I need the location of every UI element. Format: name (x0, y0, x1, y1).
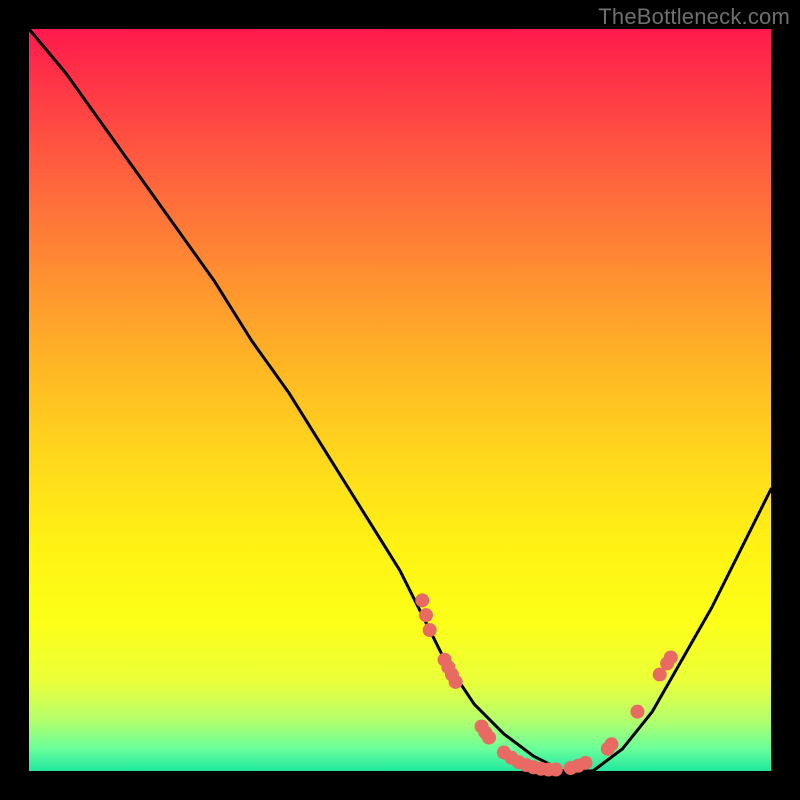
watermark-text: TheBottleneck.com (598, 4, 790, 30)
curve-marker (630, 705, 644, 719)
curve-marker (419, 608, 433, 622)
curve-marker (579, 756, 593, 770)
curve-marker (604, 737, 618, 751)
curve-marker (549, 763, 563, 777)
curve-marker (423, 623, 437, 637)
curve-line (29, 29, 771, 771)
curve-path (29, 29, 771, 771)
curve-marker (664, 650, 678, 664)
curve-marker (482, 731, 496, 745)
curve-markers (415, 593, 678, 776)
curve-marker (415, 593, 429, 607)
bottleneck-curve-chart (0, 0, 800, 800)
curve-marker (449, 675, 463, 689)
